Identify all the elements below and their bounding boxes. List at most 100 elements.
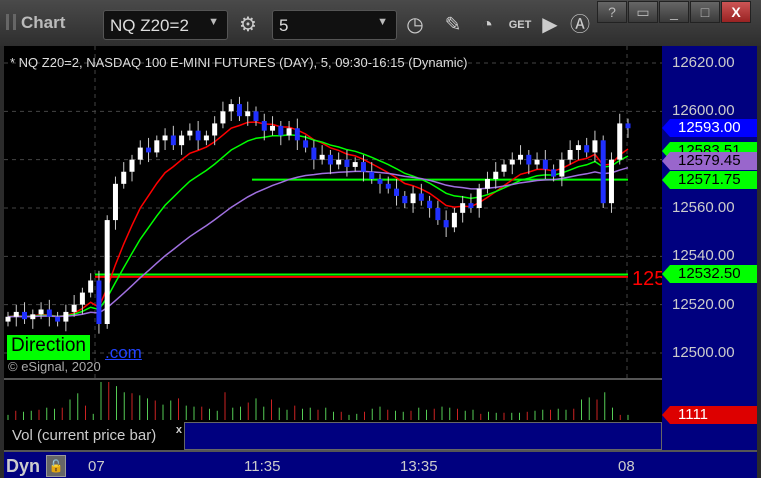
help-button[interactable]: ? bbox=[597, 1, 627, 23]
candle-body bbox=[38, 309, 44, 315]
candle-body bbox=[253, 111, 259, 121]
candle-body bbox=[352, 162, 358, 167]
candle-body bbox=[162, 135, 168, 141]
price-chart[interactable]: * NQ Z20=2, NASDAQ 100 E-MINI FUTURES (D… bbox=[4, 46, 662, 378]
candle-body bbox=[575, 145, 581, 150]
chevron-down-icon: ▼ bbox=[377, 16, 388, 28]
time-label: 08 bbox=[618, 458, 635, 475]
candle-body bbox=[22, 311, 28, 320]
price-plot bbox=[4, 46, 662, 378]
candle-body bbox=[493, 171, 499, 179]
price-label: 12520.00 bbox=[672, 295, 735, 313]
time-axis[interactable]: Dyn 🔓 07 11:35 13:35 08 bbox=[4, 450, 757, 478]
candle-body bbox=[187, 130, 193, 136]
candle-body bbox=[600, 140, 606, 204]
candle-body bbox=[146, 147, 152, 153]
candle-body bbox=[154, 140, 160, 153]
candle-body bbox=[311, 147, 317, 160]
chevron-down-icon: ▼ bbox=[208, 16, 219, 28]
candle-body bbox=[608, 159, 614, 204]
candle-body bbox=[96, 280, 102, 324]
candle-body bbox=[112, 183, 118, 221]
candle-body bbox=[179, 135, 185, 146]
candle-body bbox=[137, 147, 143, 160]
candle-body bbox=[236, 104, 242, 117]
candle-body bbox=[435, 208, 441, 221]
price-axis[interactable]: 12620.00 12600.00 12560.00 12540.00 12520.00… bbox=[662, 46, 757, 450]
symbol-dropdown[interactable]: NQ Z20=2 ▼ bbox=[103, 10, 228, 40]
candle-body bbox=[170, 135, 176, 146]
close-button[interactable]: X bbox=[721, 1, 751, 23]
candle-body bbox=[278, 125, 284, 136]
candle-body bbox=[534, 159, 540, 165]
price-tag: 12579.45 bbox=[662, 151, 757, 170]
direction-badge: Direction bbox=[7, 335, 90, 360]
lock-icon[interactable]: 🔓 bbox=[46, 455, 66, 477]
candle-body bbox=[46, 309, 52, 317]
studies-icon[interactable]: ◔ bbox=[472, 10, 502, 40]
candle-body bbox=[327, 154, 333, 165]
candle-body bbox=[212, 123, 218, 136]
alert-icon[interactable]: Ⓐ bbox=[565, 10, 595, 40]
play-icon[interactable]: ▶ bbox=[535, 10, 565, 40]
candle-body bbox=[402, 195, 408, 204]
pencil-icon[interactable]: ✎ bbox=[438, 10, 468, 40]
volume-tag: 1111 bbox=[662, 406, 757, 424]
candle-body bbox=[468, 203, 474, 208]
candle-body bbox=[526, 154, 532, 165]
website-link[interactable]: .com bbox=[105, 343, 142, 363]
symbol-value: NQ Z20=2 bbox=[110, 16, 189, 35]
candle-body bbox=[286, 128, 292, 136]
candle-body bbox=[360, 162, 366, 172]
candle-body bbox=[245, 111, 251, 117]
candle-body bbox=[261, 121, 267, 131]
title-bar: Chart NQ Z20=2 ▼ ⚙ 5 ▼ ◷ ✎ ◔ GET ▶ Ⓐ ? ▭ _… bbox=[0, 0, 761, 46]
candle-body bbox=[13, 311, 19, 317]
price-label: 12560.00 bbox=[672, 199, 735, 216]
candle-body bbox=[501, 164, 507, 172]
candle-body bbox=[369, 171, 375, 179]
interval-dropdown[interactable]: 5 ▼ bbox=[272, 10, 397, 40]
candle-body bbox=[451, 212, 457, 228]
chart-header: * NQ Z20=2, NASDAQ 100 E-MINI FUTURES (D… bbox=[10, 55, 468, 70]
candle-body bbox=[129, 159, 135, 172]
candle-body bbox=[518, 154, 524, 160]
get-icon[interactable]: GET bbox=[505, 10, 535, 40]
candle-body bbox=[625, 123, 631, 129]
maximize-button[interactable]: □ bbox=[690, 1, 720, 23]
settings-icon[interactable]: ⚙ bbox=[233, 10, 263, 40]
candle-body bbox=[203, 135, 209, 141]
candle-body bbox=[443, 220, 449, 228]
price-label: 12620.00 bbox=[672, 54, 735, 71]
restore-button[interactable]: ▭ bbox=[628, 1, 658, 23]
drag-grip-icon[interactable] bbox=[6, 14, 16, 30]
candle-body bbox=[460, 203, 466, 213]
clock-icon[interactable]: ◷ bbox=[400, 10, 430, 40]
price-tag: 12571.75 bbox=[662, 170, 757, 189]
close-study-icon[interactable]: x bbox=[176, 424, 182, 436]
candle-body bbox=[377, 179, 383, 184]
level-label: 125 bbox=[632, 268, 662, 290]
candle-body bbox=[584, 145, 590, 153]
candle-body bbox=[195, 130, 201, 141]
dyn-label[interactable]: Dyn bbox=[6, 456, 40, 477]
candle-body bbox=[567, 150, 573, 160]
candle-body bbox=[294, 128, 300, 141]
minimize-button[interactable]: _ bbox=[659, 1, 689, 23]
candle-body bbox=[427, 200, 433, 208]
candle-body bbox=[592, 140, 598, 153]
candle-body bbox=[30, 314, 36, 320]
candle-body bbox=[228, 104, 234, 112]
candle-body bbox=[88, 280, 94, 293]
interval-value: 5 bbox=[279, 16, 289, 35]
candle-body bbox=[319, 154, 325, 160]
candle-body bbox=[410, 193, 416, 204]
volume-plot bbox=[7, 382, 629, 420]
copyright: © eSignal, 2020 bbox=[8, 359, 101, 374]
candle-body bbox=[344, 159, 350, 167]
candle-body bbox=[559, 159, 565, 177]
candle-body bbox=[5, 316, 11, 322]
candle-body bbox=[55, 316, 61, 322]
candle-body bbox=[551, 169, 557, 177]
volume-legend: Vol (current price bar) x bbox=[4, 422, 184, 450]
